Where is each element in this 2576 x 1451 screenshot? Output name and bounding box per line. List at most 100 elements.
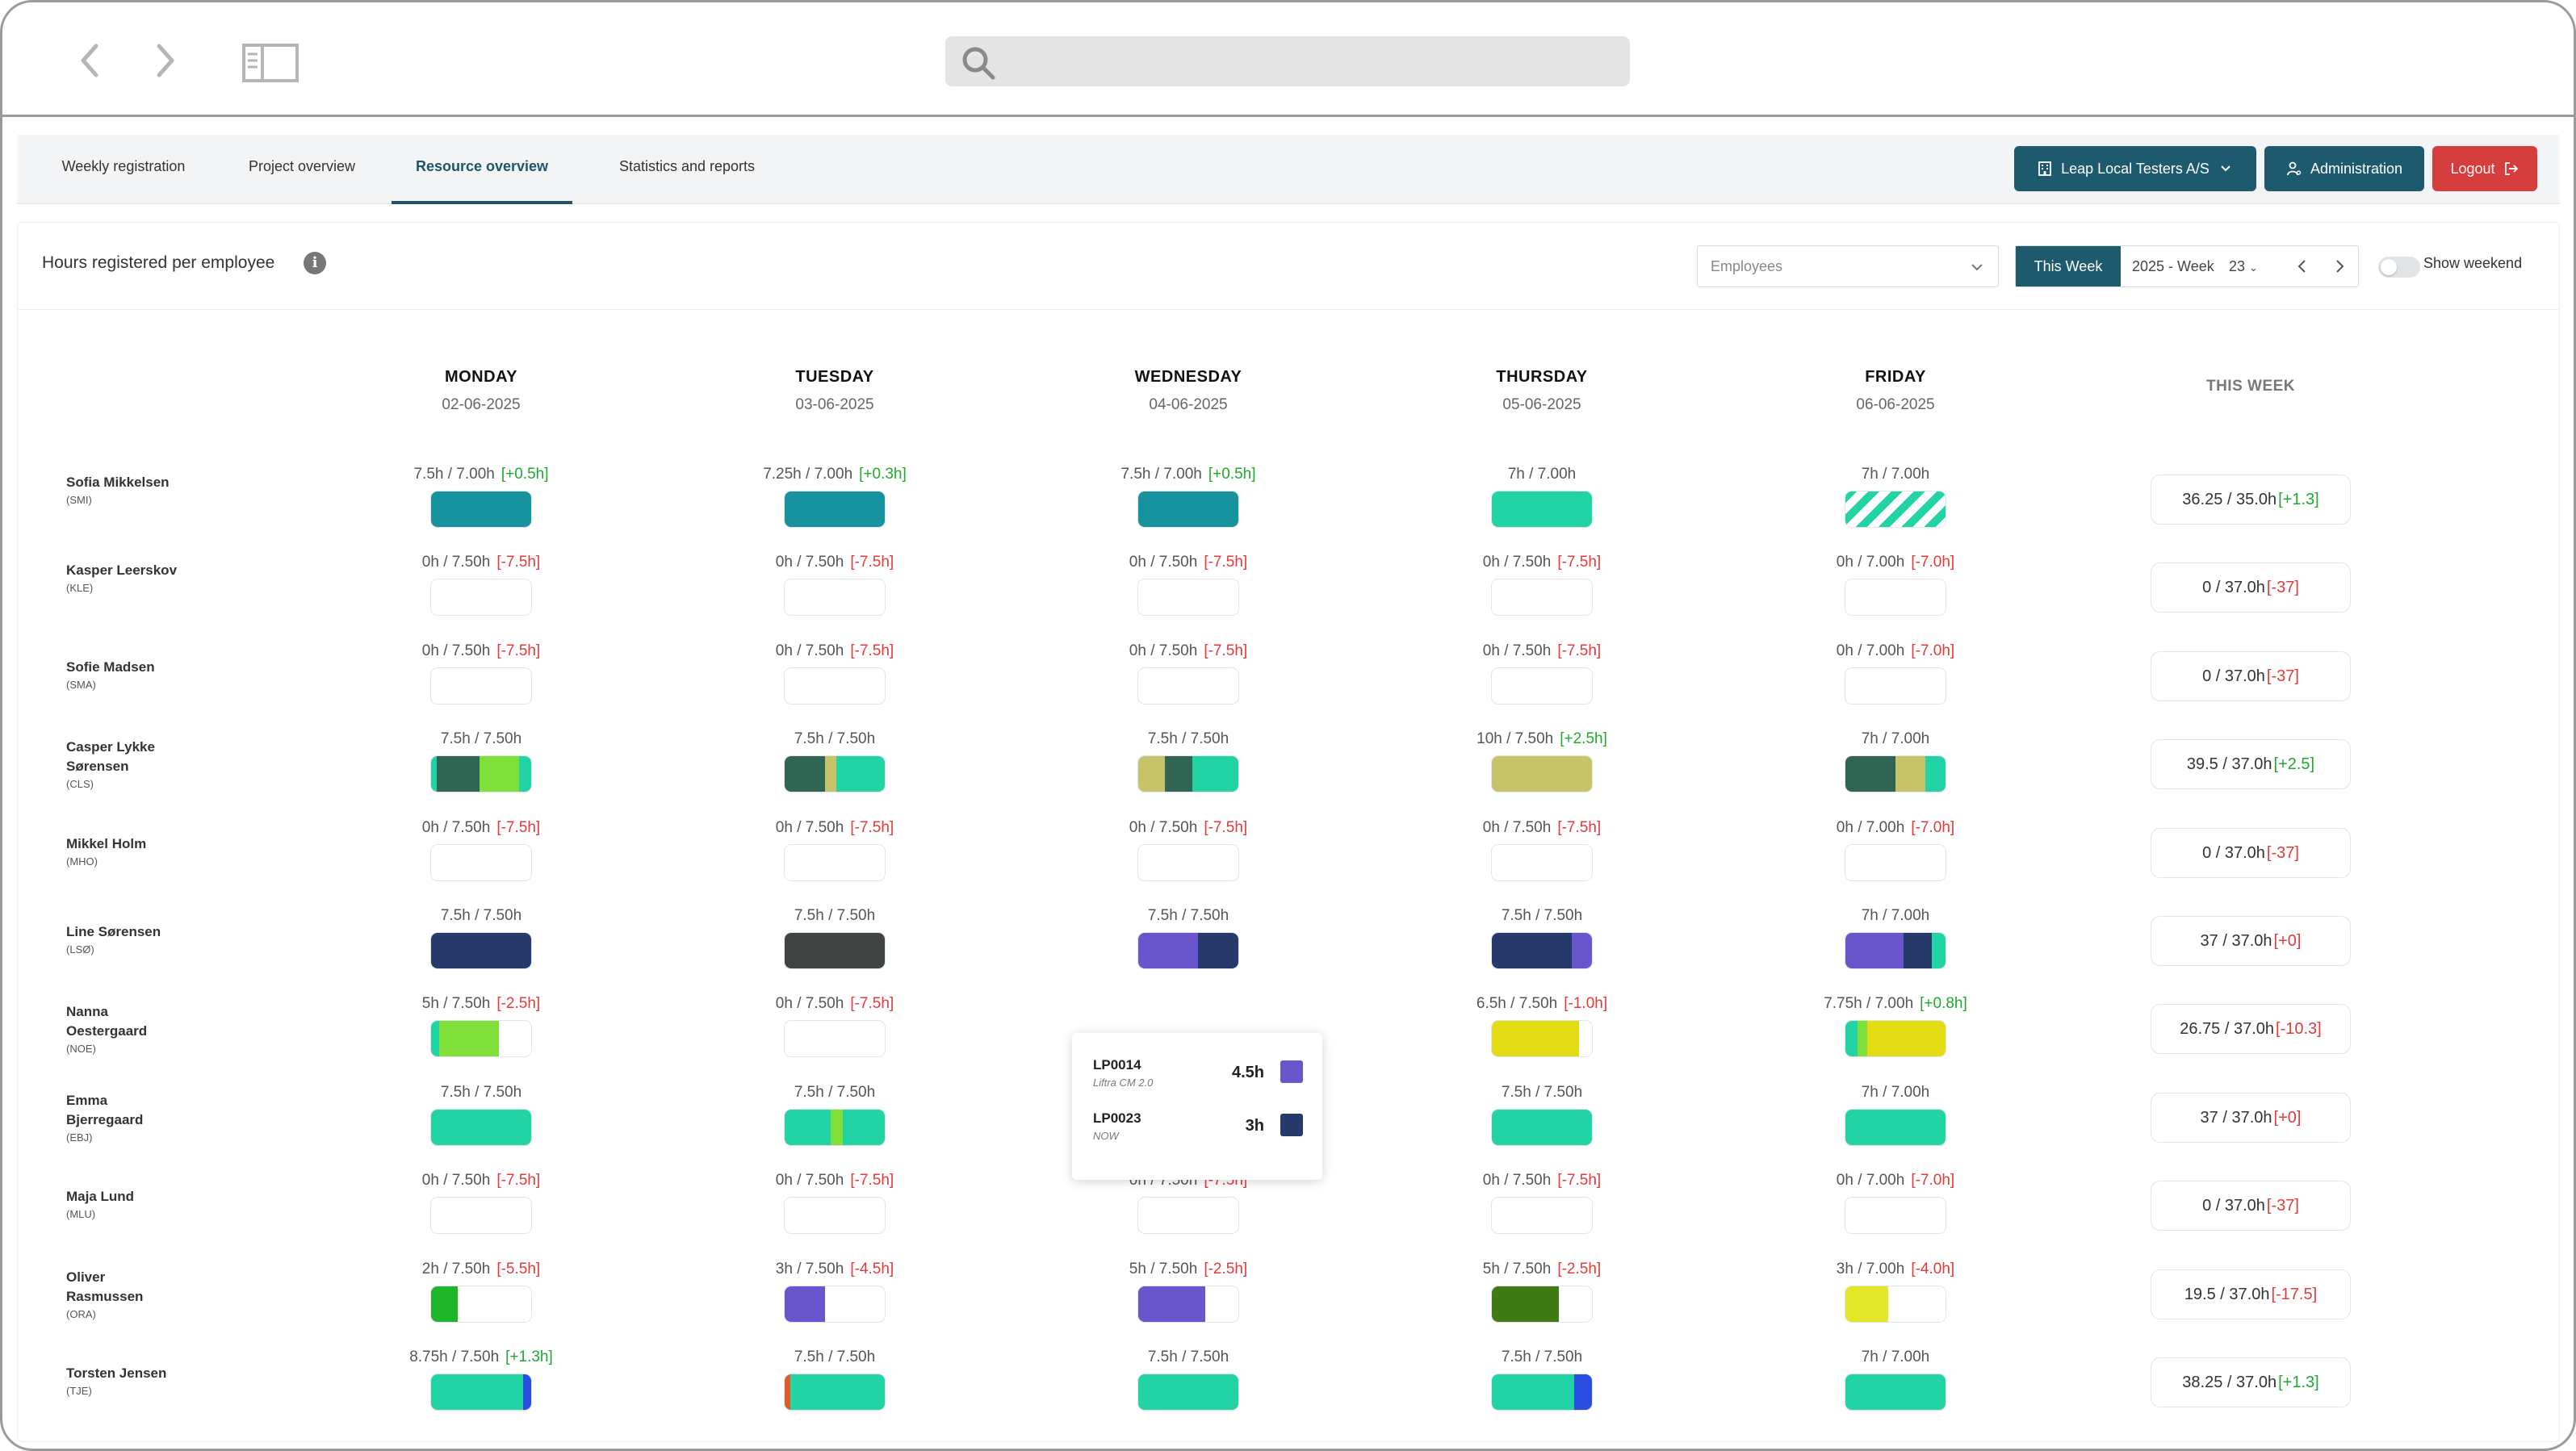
tab-weekly-registration[interactable]: Weekly registration xyxy=(43,135,204,204)
hours-bar[interactable] xyxy=(430,843,532,881)
hours-bar[interactable] xyxy=(1137,843,1239,881)
tab-statistics-and-reports[interactable]: Statistics and reports xyxy=(592,135,782,204)
employee-label[interactable]: Mikkel Holm (MHO) xyxy=(66,834,228,868)
employee-label[interactable]: Nanna Oestergaard (NOE) xyxy=(66,1002,179,1055)
address-bar[interactable] xyxy=(945,36,1630,86)
day-cell: 0h / 7.50h [-7.5h] xyxy=(1067,642,1309,705)
employee-label[interactable]: Sofie Madsen (SMA) xyxy=(66,658,228,691)
hours-bar[interactable] xyxy=(1491,1020,1593,1058)
hours-bar[interactable] xyxy=(430,1285,532,1323)
hours-bar[interactable] xyxy=(1491,1285,1593,1323)
hours-bar[interactable] xyxy=(1491,579,1593,617)
this-week-header: THIS WEEK xyxy=(2205,378,2296,395)
hours-bar[interactable] xyxy=(1137,755,1239,793)
hours-value: 7.5h / 7.50h xyxy=(1501,1349,1583,1365)
employee-label[interactable]: Maja Lund (MLU) xyxy=(66,1187,228,1220)
bar-segment xyxy=(1198,933,1238,968)
hours-text: 7.5h / 7.50h xyxy=(1067,906,1309,926)
forward-button[interactable] xyxy=(149,40,182,82)
hours-bar[interactable] xyxy=(1845,491,1946,528)
hours-bar[interactable] xyxy=(784,755,886,793)
hours-bar[interactable] xyxy=(784,1374,886,1411)
hours-bar[interactable] xyxy=(784,1285,886,1323)
hours-bar[interactable] xyxy=(784,1108,886,1146)
hours-bar[interactable] xyxy=(784,491,886,528)
hours-bar[interactable] xyxy=(1491,667,1593,705)
employee-label[interactable]: Sofia Mikkelsen (SMI) xyxy=(66,473,179,506)
hours-text: 8.75h / 7.50h [+1.3h] xyxy=(360,1348,602,1367)
week-number-select[interactable]: 23 ⌄ xyxy=(2229,246,2258,288)
hours-bar[interactable] xyxy=(1491,843,1593,881)
employee-label[interactable]: Kasper Leerskov (KLE) xyxy=(66,561,179,594)
hours-bar[interactable] xyxy=(1137,1374,1239,1411)
employee-label[interactable]: Casper Lykke Sørensen (CLS) xyxy=(66,738,179,790)
hours-bar[interactable] xyxy=(1845,1108,1946,1146)
sidebar-toggle-icon[interactable] xyxy=(241,43,299,83)
this-week-button[interactable]: This Week xyxy=(2016,246,2121,286)
hours-bar[interactable] xyxy=(784,843,886,881)
hours-bar[interactable] xyxy=(430,667,532,705)
next-week-icon[interactable] xyxy=(2331,257,2348,275)
hours-bar[interactable] xyxy=(1845,755,1946,793)
hours-bar[interactable] xyxy=(430,1374,532,1411)
hours-bar[interactable] xyxy=(1137,491,1239,528)
administration-button[interactable]: Administration xyxy=(2264,146,2424,191)
hours-bar[interactable] xyxy=(1491,1374,1593,1411)
logout-button[interactable]: Logout xyxy=(2432,146,2537,191)
hours-bar[interactable] xyxy=(1491,1108,1593,1146)
info-icon[interactable]: i xyxy=(304,252,326,274)
hours-bar[interactable] xyxy=(1845,1197,1946,1235)
hours-bar[interactable] xyxy=(430,491,532,528)
hours-bar[interactable] xyxy=(430,1108,532,1146)
hours-bar[interactable] xyxy=(784,1020,886,1058)
day-cell: 7.5h / 7.50h xyxy=(1067,906,1309,969)
hours-bar[interactable] xyxy=(430,1197,532,1235)
tab-project-overview[interactable]: Project overview xyxy=(225,135,379,204)
hours-bar[interactable] xyxy=(1845,1285,1946,1323)
hours-bar[interactable] xyxy=(1845,579,1946,617)
hours-bar[interactable] xyxy=(1137,1285,1239,1323)
hours-bar[interactable] xyxy=(1845,1020,1946,1058)
hours-bar[interactable] xyxy=(784,579,886,617)
company-selector-button[interactable]: Leap Local Testers A/S xyxy=(2014,146,2256,191)
hours-bar[interactable] xyxy=(1491,755,1593,793)
hours-bar[interactable] xyxy=(1137,667,1239,705)
hours-bar[interactable] xyxy=(1491,932,1593,969)
employees-select[interactable]: Employees xyxy=(1697,245,1999,287)
hours-bar[interactable] xyxy=(1845,667,1946,705)
hours-bar[interactable] xyxy=(1137,932,1239,969)
employee-label[interactable]: Emma Bjerregaard (EBJ) xyxy=(66,1091,179,1144)
day-cell: 7.5h / 7.50h xyxy=(714,1348,956,1411)
hours-bar[interactable] xyxy=(1491,491,1593,528)
hours-bar[interactable] xyxy=(1137,579,1239,617)
employee-name: Mikkel Holm xyxy=(66,835,147,851)
hours-value: 7.5h / 7.50h xyxy=(1147,1349,1229,1365)
previous-week-icon[interactable] xyxy=(2293,257,2311,275)
hours-bar[interactable] xyxy=(1491,1197,1593,1235)
hours-delta: [-7.0h] xyxy=(1911,818,1955,836)
hours-bar[interactable] xyxy=(430,932,532,969)
hours-bar[interactable] xyxy=(1845,932,1946,969)
hours-bar[interactable] xyxy=(1845,1374,1946,1411)
back-button[interactable] xyxy=(73,40,106,82)
tab-resource-overview[interactable]: Resource overview xyxy=(392,135,572,204)
bar-segment xyxy=(479,756,520,792)
hours-delta: [-7.5h] xyxy=(1204,554,1248,571)
hours-text: 7.5h / 7.50h xyxy=(1421,1083,1663,1102)
employee-label[interactable]: Line Sørensen (LSØ) xyxy=(66,922,228,955)
hours-bar[interactable] xyxy=(430,579,532,617)
hours-bar[interactable] xyxy=(784,932,886,969)
hours-bar[interactable] xyxy=(430,1020,532,1058)
day-cell: 7.5h / 7.50h xyxy=(360,1083,602,1146)
day-cell: 3h / 7.00h [-4.0h] xyxy=(1774,1260,2017,1323)
employee-label[interactable]: Oliver Rasmussen (ORA) xyxy=(66,1268,179,1320)
day-name: TUESDAY xyxy=(795,368,874,386)
day-cell: 0h / 7.50h [-7.5h] xyxy=(714,994,956,1058)
hours-bar[interactable] xyxy=(1845,843,1946,881)
hours-bar[interactable] xyxy=(784,667,886,705)
hours-bar[interactable] xyxy=(430,755,532,793)
show-weekend-toggle[interactable] xyxy=(2378,257,2420,278)
hours-bar[interactable] xyxy=(784,1197,886,1235)
hours-bar[interactable] xyxy=(1137,1197,1239,1235)
employee-label[interactable]: Torsten Jensen (TJE) xyxy=(66,1364,228,1397)
